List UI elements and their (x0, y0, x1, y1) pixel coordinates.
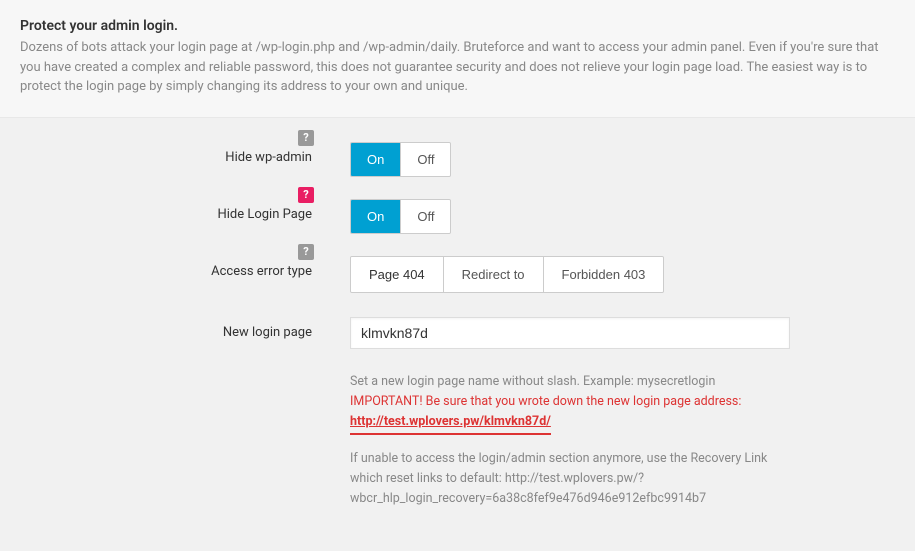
row-hide-wp-admin: Hide wp-admin ? On Off (20, 142, 895, 177)
new-login-url-link[interactable]: http://test.wplovers.pw/klmvkn87d/ (350, 412, 551, 435)
seg-redirect-to-button[interactable]: Redirect to (444, 257, 544, 292)
hint-important: IMPORTANT! Be sure that you wrote down t… (350, 392, 790, 435)
header-section: Protect your admin login. Dozens of bots… (0, 0, 915, 118)
label-text: Hide wp-admin (225, 150, 312, 165)
form-area: Hide wp-admin ? On Off Hide Login Page ?… (0, 118, 915, 551)
label-text: Access error type (211, 264, 312, 279)
row-hide-login-page: Hide Login Page ? On Off (20, 199, 895, 234)
control-hide-login-page: On Off (320, 199, 800, 234)
seg-forbidden-403-button[interactable]: Forbidden 403 (544, 257, 664, 292)
toggle-hide-login-page: On Off (350, 199, 451, 234)
row-access-error-type: Access error type ? Page 404 Redirect to… (20, 256, 895, 293)
segmented-access-error-type: Page 404 Redirect to Forbidden 403 (350, 256, 664, 293)
toggle-on-button[interactable]: On (351, 143, 401, 176)
page-title: Protect your admin login. (20, 18, 895, 34)
label-access-error-type: Access error type ? (20, 256, 320, 279)
help-icon[interactable]: ? (298, 130, 314, 146)
control-new-login-page: Set a new login page name without slash.… (320, 317, 800, 509)
row-new-login-page: New login page Set a new login page name… (20, 317, 895, 509)
hint-warn-text: IMPORTANT! Be sure that you wrote down t… (350, 394, 741, 409)
page-description: Dozens of bots attack your login page at… (20, 38, 895, 97)
toggle-off-button[interactable]: Off (401, 200, 450, 233)
control-access-error-type: Page 404 Redirect to Forbidden 403 (320, 256, 800, 293)
new-login-page-input[interactable] (350, 317, 790, 349)
toggle-off-button[interactable]: Off (401, 143, 450, 176)
hint-recovery: If unable to access the login/admin sect… (350, 449, 790, 509)
help-icon[interactable]: ? (298, 244, 314, 260)
control-hide-wp-admin: On Off (320, 142, 800, 177)
label-text: New login page (223, 325, 312, 340)
hint-example: Set a new login page name without slash.… (350, 372, 790, 392)
help-icon[interactable]: ? (298, 187, 314, 203)
seg-page-404-button[interactable]: Page 404 (351, 257, 444, 292)
label-hide-wp-admin: Hide wp-admin ? (20, 142, 320, 165)
label-hide-login-page: Hide Login Page ? (20, 199, 320, 222)
toggle-hide-wp-admin: On Off (350, 142, 451, 177)
hint-block: Set a new login page name without slash.… (350, 372, 790, 509)
label-new-login-page: New login page (20, 317, 320, 340)
toggle-on-button[interactable]: On (351, 200, 401, 233)
label-text: Hide Login Page (217, 207, 312, 222)
